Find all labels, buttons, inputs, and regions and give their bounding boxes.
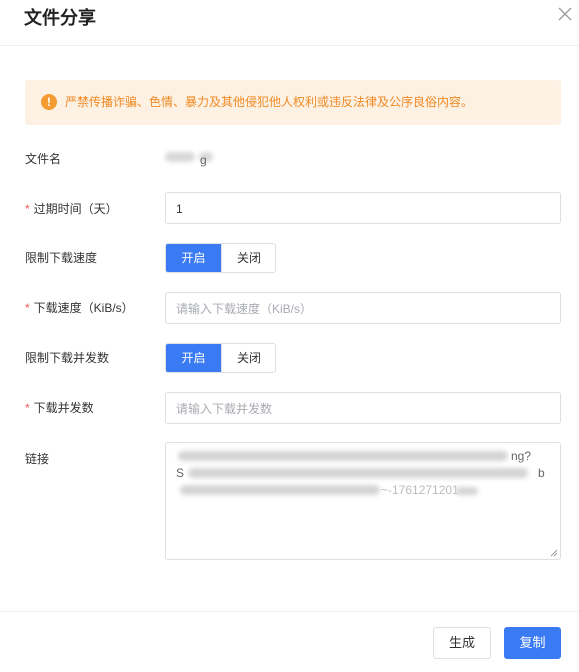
- redacted-link-line: [178, 451, 508, 461]
- expire-label-text: 过期时间（天）: [33, 202, 118, 216]
- link-fragment: b: [538, 466, 545, 480]
- generate-button[interactable]: 生成: [433, 627, 491, 659]
- required-mark: *: [25, 401, 30, 415]
- speed-label-text: 下载速度（KiB/s）: [33, 301, 134, 315]
- expire-days-value: 1: [176, 202, 183, 216]
- warning-alert: ! 严禁传播诈骗、色情、暴力及其他侵犯他人权利或违反法律及公序良俗内容。: [25, 80, 561, 125]
- redacted-link-line: [188, 468, 528, 478]
- link-fragment: ng?: [511, 449, 532, 463]
- copy-button[interactable]: 复制: [504, 627, 561, 659]
- concurrency-label-text: 下载并发数: [33, 401, 94, 415]
- alert-text: 严禁传播诈骗、色情、暴力及其他侵犯他人权利或违反法律及公序良俗内容。: [65, 95, 474, 109]
- speed-label: * 下载速度（KiB/s）: [25, 300, 134, 316]
- exclamation-icon: !: [41, 94, 57, 110]
- limit-concurrency-toggle: 开启 关闭: [165, 343, 276, 373]
- filename-value-fragment: g: [200, 153, 207, 167]
- required-mark: *: [25, 202, 30, 216]
- concurrency-input[interactable]: 请输入下载并发数: [165, 392, 561, 424]
- speed-input[interactable]: 请输入下载速度（KiB/s）: [165, 292, 561, 324]
- limit-concurrency-label: 限制下载并发数: [25, 351, 110, 365]
- footer-divider: [0, 611, 579, 612]
- redacted-link-line: [180, 485, 380, 495]
- limit-speed-label: 限制下载速度: [25, 251, 98, 265]
- link-label: 链接: [25, 452, 50, 466]
- expire-days-input[interactable]: 1: [165, 192, 561, 224]
- dialog-title: 文件分享: [24, 8, 96, 28]
- link-fragment: ~-1761271201: [381, 483, 459, 497]
- share-dialog: 文件分享 ! 严禁传播诈骗、色情、暴力及其他侵犯他人权利或违反法律及公序良俗内容…: [0, 0, 579, 672]
- limit-speed-on-button[interactable]: 开启: [166, 244, 221, 272]
- concurrency-placeholder: 请输入下载并发数: [176, 402, 273, 416]
- concurrency-label: * 下载并发数: [25, 400, 94, 416]
- close-icon[interactable]: [556, 5, 574, 23]
- redacted-link-line: [456, 487, 478, 495]
- link-fragment: S: [176, 466, 185, 480]
- filename-value-redacted: [165, 152, 220, 164]
- limit-concurrency-off-button[interactable]: 关闭: [221, 344, 275, 372]
- required-mark: *: [25, 301, 30, 315]
- link-textarea[interactable]: ng? S b ~-1761271201: [165, 442, 561, 560]
- speed-placeholder: 请输入下载速度（KiB/s）: [176, 302, 313, 316]
- limit-concurrency-on-button[interactable]: 开启: [166, 344, 221, 372]
- filename-label: 文件名: [25, 152, 62, 166]
- dialog-header: 文件分享: [0, 0, 579, 46]
- limit-speed-off-button[interactable]: 关闭: [221, 244, 275, 272]
- limit-speed-toggle: 开启 关闭: [165, 243, 276, 273]
- resize-handle-icon[interactable]: [550, 549, 558, 557]
- expire-label: * 过期时间（天）: [25, 201, 118, 217]
